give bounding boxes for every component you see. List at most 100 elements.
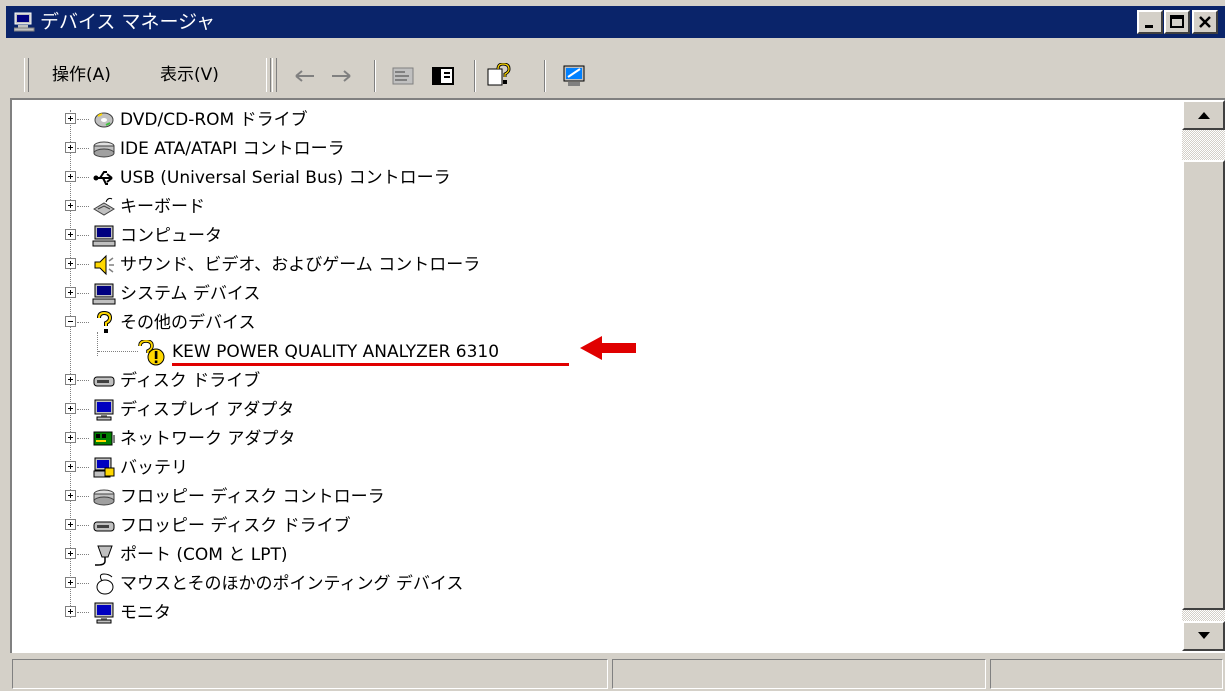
tree-node-label: ディスク ドライブ bbox=[120, 371, 261, 391]
tree-node-label: フロッピー ディスク コントローラ bbox=[120, 487, 385, 507]
tree-node-label: モニタ bbox=[120, 603, 171, 623]
display-adapter-icon bbox=[92, 398, 116, 422]
scrollbar-thumb[interactable] bbox=[1182, 160, 1225, 610]
collapse-toggle[interactable] bbox=[65, 316, 76, 327]
tree-node-label: ネットワーク アダプタ bbox=[120, 429, 296, 449]
tree-guide-line bbox=[77, 380, 89, 381]
tree-node-ports[interactable]: ポート (COM と LPT) bbox=[12, 541, 1182, 570]
highlight-arrow-icon bbox=[580, 336, 636, 360]
tree-node-battery[interactable]: バッテリ bbox=[12, 454, 1182, 483]
tree-node-computer[interactable]: コンピュータ bbox=[12, 222, 1182, 251]
tree-guide-line bbox=[77, 119, 89, 120]
menu-toolbar: 操作(A) 表示(V) bbox=[10, 54, 1225, 98]
tree-node-label: キーボード bbox=[120, 197, 205, 217]
tree-node-floppy-drive[interactable]: フロッピー ディスク ドライブ bbox=[12, 512, 1182, 541]
tree-guide-line bbox=[77, 438, 89, 439]
tree-node-disk-drives[interactable]: ディスク ドライブ bbox=[12, 367, 1182, 396]
device-tree[interactable]: DVD/CD-ROM ドライブ IDE ATA/ATAPI コントローラ USB… bbox=[12, 100, 1182, 651]
tree-guide-line bbox=[77, 612, 89, 613]
tree-node-floppy-controller[interactable]: フロッピー ディスク コントローラ bbox=[12, 483, 1182, 512]
toolbar-grip[interactable] bbox=[272, 58, 277, 92]
close-button[interactable] bbox=[1192, 10, 1218, 34]
ide-controller-icon bbox=[92, 137, 116, 161]
disk-drive-icon bbox=[92, 369, 116, 393]
tree-node-label: その他のデバイス bbox=[120, 313, 256, 333]
toolbar-grip[interactable] bbox=[24, 58, 29, 92]
tree-guide-line bbox=[77, 525, 89, 526]
tree-node-dvd-cdrom[interactable]: DVD/CD-ROM ドライブ bbox=[12, 106, 1182, 135]
tree-guide-line bbox=[77, 177, 89, 178]
scroll-up-button[interactable] bbox=[1182, 100, 1225, 130]
expand-toggle[interactable] bbox=[65, 461, 76, 472]
tree-node-system-devices[interactable]: システム デバイス bbox=[12, 280, 1182, 309]
tree-node-mouse-pointing[interactable]: マウスとそのほかのポインティング デバイス bbox=[12, 570, 1182, 599]
tree-guide-line bbox=[77, 467, 89, 468]
device-manager-icon bbox=[13, 12, 36, 32]
menu-view[interactable]: 表示(V) bbox=[160, 58, 219, 92]
tree-node-network-adapters[interactable]: ネットワーク アダプタ bbox=[12, 425, 1182, 454]
expand-toggle[interactable] bbox=[65, 229, 76, 240]
speaker-icon bbox=[92, 253, 116, 277]
details-pane-icon[interactable] bbox=[430, 63, 456, 89]
expand-toggle[interactable] bbox=[65, 432, 76, 443]
expand-toggle[interactable] bbox=[65, 171, 76, 182]
tree-guide-line bbox=[77, 293, 89, 294]
floppy-drive-icon bbox=[92, 514, 116, 538]
status-pane bbox=[12, 659, 608, 689]
tree-node-label: ディスプレイ アダプタ bbox=[120, 400, 295, 420]
title-bar[interactable]: デバイス マネージャ bbox=[6, 6, 1225, 38]
expand-toggle[interactable] bbox=[65, 577, 76, 588]
tree-node-usb-controller[interactable]: USB (Universal Serial Bus) コントローラ bbox=[12, 164, 1182, 193]
expand-toggle[interactable] bbox=[65, 200, 76, 211]
status-pane bbox=[612, 659, 986, 689]
window-title: デバイス マネージャ bbox=[40, 11, 216, 33]
tree-node-label: ポート (COM と LPT) bbox=[120, 545, 288, 565]
tree-guide-line bbox=[77, 583, 89, 584]
toolbar-separator bbox=[544, 60, 546, 92]
toolbar-grip[interactable] bbox=[266, 58, 271, 92]
vertical-scrollbar[interactable] bbox=[1182, 100, 1225, 651]
scroll-down-button[interactable] bbox=[1182, 621, 1225, 651]
tree-node-keyboard[interactable]: キーボード bbox=[12, 193, 1182, 222]
help-icon[interactable] bbox=[486, 62, 512, 89]
properties-icon[interactable] bbox=[390, 63, 416, 89]
expand-toggle[interactable] bbox=[65, 113, 76, 124]
tree-node-label: DVD/CD-ROM ドライブ bbox=[120, 110, 308, 130]
expand-toggle[interactable] bbox=[65, 142, 76, 153]
port-icon bbox=[92, 543, 116, 567]
toolbar-separator bbox=[474, 60, 476, 92]
tree-guide-line bbox=[77, 554, 89, 555]
highlight-underline bbox=[172, 363, 569, 366]
tree-guide-line bbox=[77, 235, 89, 236]
maximize-button[interactable] bbox=[1164, 10, 1190, 34]
computer-icon bbox=[92, 224, 116, 248]
menu-action[interactable]: 操作(A) bbox=[52, 58, 111, 92]
toolbar-separator bbox=[374, 60, 376, 92]
tree-guide-line bbox=[77, 264, 89, 265]
tree-node-monitor[interactable]: モニタ bbox=[12, 599, 1182, 628]
expand-toggle[interactable] bbox=[65, 374, 76, 385]
minimize-button[interactable] bbox=[1137, 10, 1163, 34]
scan-hardware-icon[interactable] bbox=[562, 63, 588, 89]
status-bar bbox=[10, 657, 1225, 691]
expand-toggle[interactable] bbox=[65, 490, 76, 501]
tree-node-sound-video-game[interactable]: サウンド、ビデオ、およびゲーム コントローラ bbox=[12, 251, 1182, 280]
unknown-device-icon bbox=[92, 310, 116, 335]
monitor-icon bbox=[92, 601, 116, 625]
expand-toggle[interactable] bbox=[65, 519, 76, 530]
device-manager-window: デバイス マネージャ 操作(A) 表示(V) DVD/CD-ROM ドライブ I… bbox=[0, 0, 1225, 691]
tree-guide-line bbox=[77, 206, 89, 207]
tree-node-label: コンピュータ bbox=[120, 226, 222, 246]
forward-arrow-icon[interactable] bbox=[328, 63, 354, 89]
tree-node-label: システム デバイス bbox=[120, 284, 261, 304]
tree-guide-line bbox=[98, 351, 138, 352]
tree-node-display-adapters[interactable]: ディスプレイ アダプタ bbox=[12, 396, 1182, 425]
tree-guide-line bbox=[77, 496, 89, 497]
tree-node-ide-controller[interactable]: IDE ATA/ATAPI コントローラ bbox=[12, 135, 1182, 164]
expand-toggle[interactable] bbox=[65, 287, 76, 298]
expand-toggle[interactable] bbox=[65, 258, 76, 269]
back-arrow-icon[interactable] bbox=[292, 63, 318, 89]
expand-toggle[interactable] bbox=[65, 606, 76, 617]
expand-toggle[interactable] bbox=[65, 548, 76, 559]
expand-toggle[interactable] bbox=[65, 403, 76, 414]
